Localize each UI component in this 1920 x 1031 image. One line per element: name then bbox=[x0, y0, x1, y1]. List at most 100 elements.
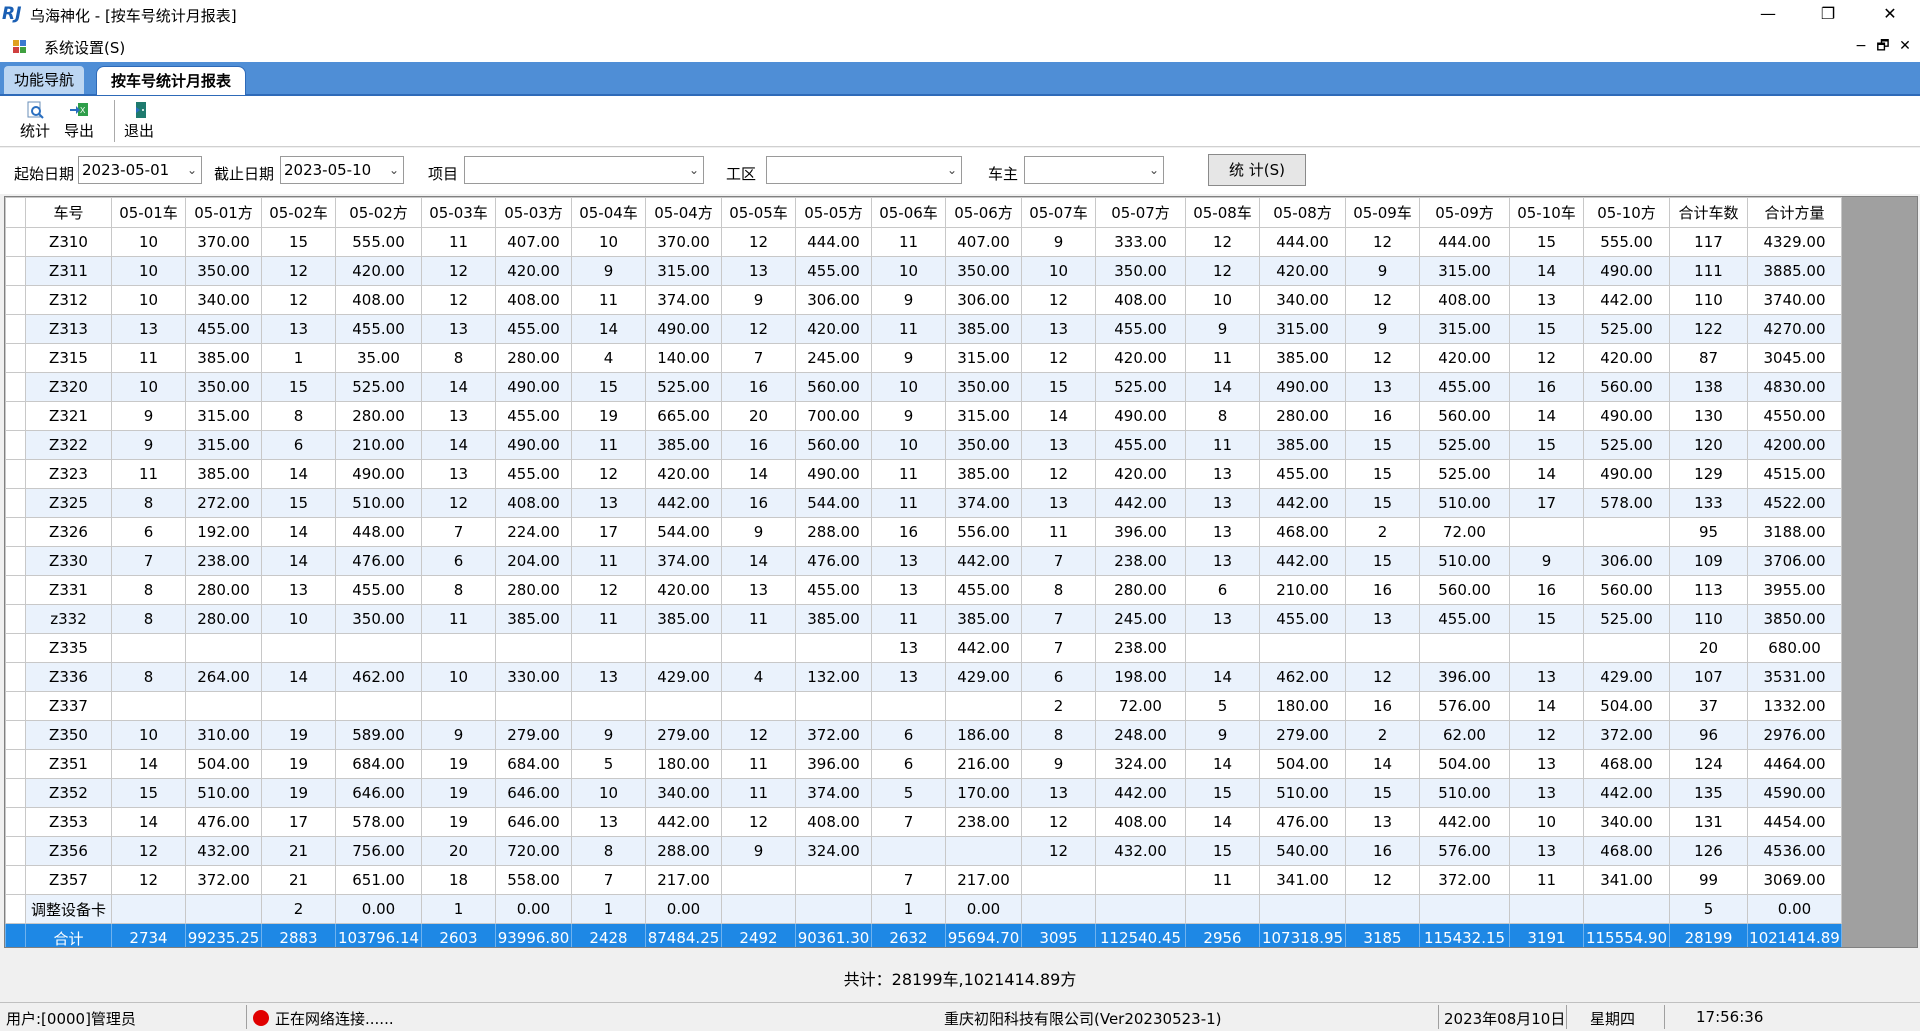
table-cell[interactable]: 9 bbox=[111, 430, 186, 460]
table-cell[interactable]: z332 bbox=[25, 604, 112, 634]
table-cell[interactable]: 9 bbox=[721, 285, 796, 315]
table-cell[interactable]: 6 bbox=[871, 720, 946, 750]
table-cell[interactable]: 7 bbox=[871, 807, 946, 837]
table-cell[interactable]: 8 bbox=[1185, 401, 1260, 431]
table-cell[interactable]: 280.00 bbox=[495, 343, 572, 373]
table-cell[interactable]: 9 bbox=[1345, 314, 1420, 344]
table-cell[interactable]: Z337 bbox=[25, 691, 112, 721]
table-cell[interactable]: 14 bbox=[1185, 807, 1260, 837]
table-cell[interactable]: 109 bbox=[1669, 546, 1748, 576]
table-cell[interactable] bbox=[945, 691, 1022, 721]
table-cell[interactable]: 9 bbox=[1185, 720, 1260, 750]
table-cell[interactable]: Z323 bbox=[25, 459, 112, 489]
table-cell[interactable]: 12 bbox=[1345, 662, 1420, 692]
table-cell[interactable]: 13 bbox=[871, 662, 946, 692]
table-cell[interactable]: 2 bbox=[1021, 691, 1096, 721]
table-cell[interactable]: 340.00 bbox=[645, 778, 722, 808]
table-cell[interactable]: 504.00 bbox=[1259, 749, 1346, 779]
stat-tool-button[interactable]: 统计 bbox=[14, 98, 56, 144]
table-cell[interactable]: 19 bbox=[421, 807, 496, 837]
table-row[interactable]: Z350 10 310.00 19 589.00 9 279.00 9 279.00 12 372.… bbox=[5, 720, 1842, 750]
table-cell[interactable]: Z315 bbox=[25, 343, 112, 373]
table-row[interactable]: Z351 14 504.00 19 684.00 19 684.00 5 180.00 11 396… bbox=[5, 749, 1842, 779]
table-cell[interactable]: 350.00 bbox=[185, 372, 262, 402]
table-cell[interactable]: 9 bbox=[1185, 314, 1260, 344]
tab-monthly-report[interactable]: 按车号统计月报表 bbox=[96, 66, 247, 95]
table-cell[interactable]: 544.00 bbox=[795, 488, 872, 518]
export-tool-button[interactable]: X 导出 bbox=[58, 98, 100, 144]
table-cell[interactable] bbox=[1021, 865, 1096, 895]
table-cell[interactable]: 385.00 bbox=[795, 604, 872, 634]
table-cell[interactable]: 16 bbox=[721, 430, 796, 460]
table-cell[interactable]: 9 bbox=[871, 285, 946, 315]
table-cell[interactable]: 13 bbox=[1509, 285, 1584, 315]
table-cell[interactable]: 7 bbox=[1021, 604, 1096, 634]
table-cell[interactable]: 372.00 bbox=[795, 720, 872, 750]
table-cell[interactable]: 396.00 bbox=[1095, 517, 1186, 547]
table-cell[interactable]: 5 bbox=[1185, 691, 1260, 721]
table-cell[interactable] bbox=[721, 894, 796, 924]
table-cell[interactable]: 13 bbox=[721, 256, 796, 286]
table-row[interactable]: Z353 14 476.00 17 578.00 19 646.00 13 442.00 12 40… bbox=[5, 807, 1842, 837]
table-cell[interactable]: 13 bbox=[571, 662, 646, 692]
table-cell[interactable] bbox=[1021, 894, 1096, 924]
table-cell[interactable]: 7 bbox=[421, 517, 496, 547]
table-cell[interactable]: 374.00 bbox=[795, 778, 872, 808]
table-row[interactable]: Z315 11 385.00 1 35.00 8 280.00 4 140.00 7 245.00 9… bbox=[5, 343, 1842, 373]
table-cell[interactable]: 374.00 bbox=[645, 546, 722, 576]
table-cell[interactable]: 8 bbox=[571, 836, 646, 866]
table-cell[interactable]: 442.00 bbox=[1259, 488, 1346, 518]
table-cell[interactable]: 6 bbox=[871, 749, 946, 779]
table-cell[interactable]: 350.00 bbox=[185, 256, 262, 286]
table-cell[interactable]: 13 bbox=[871, 546, 946, 576]
total-cell[interactable]: 2734 bbox=[111, 923, 186, 947]
table-cell[interactable] bbox=[111, 691, 186, 721]
table-cell[interactable]: 0.00 bbox=[1747, 894, 1842, 924]
table-cell[interactable]: 3531.00 bbox=[1747, 662, 1842, 692]
table-cell[interactable]: 560.00 bbox=[1583, 372, 1670, 402]
table-cell[interactable]: 9 bbox=[421, 720, 496, 750]
table-cell[interactable]: 442.00 bbox=[945, 546, 1022, 576]
table-cell[interactable]: 4830.00 bbox=[1747, 372, 1842, 402]
table-cell[interactable]: 11 bbox=[1185, 865, 1260, 895]
table-cell[interactable]: 3188.00 bbox=[1747, 517, 1842, 547]
column-header[interactable]: 05-07车 bbox=[1021, 197, 1096, 228]
table-cell[interactable]: 576.00 bbox=[1419, 691, 1510, 721]
table-cell[interactable]: 429.00 bbox=[1583, 662, 1670, 692]
table-cell[interactable]: 245.00 bbox=[795, 343, 872, 373]
row-selector[interactable] bbox=[5, 285, 26, 315]
table-cell[interactable]: 350.00 bbox=[335, 604, 422, 634]
total-cell[interactable]: 2492 bbox=[721, 923, 796, 947]
table-cell[interactable]: 756.00 bbox=[335, 836, 422, 866]
table-cell[interactable]: 279.00 bbox=[495, 720, 572, 750]
table-cell[interactable]: 16 bbox=[1345, 836, 1420, 866]
table-cell[interactable]: 12 bbox=[721, 227, 796, 257]
table-cell[interactable] bbox=[111, 633, 186, 663]
table-cell[interactable]: 11 bbox=[571, 285, 646, 315]
table-cell[interactable]: 396.00 bbox=[795, 749, 872, 779]
table-cell[interactable]: 15 bbox=[261, 227, 336, 257]
row-selector[interactable] bbox=[5, 604, 26, 634]
table-cell[interactable] bbox=[185, 633, 262, 663]
table-cell[interactable]: 20 bbox=[421, 836, 496, 866]
table-cell[interactable]: 372.00 bbox=[1583, 720, 1670, 750]
table-cell[interactable]: 684.00 bbox=[335, 749, 422, 779]
table-cell[interactable]: 21 bbox=[261, 836, 336, 866]
table-cell[interactable]: 13 bbox=[261, 575, 336, 605]
table-row[interactable]: 调整设备卡 2 0.00 1 0.00 1 0.00 1 0.00 5 0.00 bbox=[5, 894, 1842, 924]
table-cell[interactable]: 374.00 bbox=[645, 285, 722, 315]
total-cell[interactable]: 115554.90 bbox=[1583, 923, 1670, 947]
table-cell[interactable]: 455.00 bbox=[1095, 314, 1186, 344]
table-cell[interactable]: 13 bbox=[721, 575, 796, 605]
row-selector[interactable] bbox=[5, 778, 26, 808]
table-cell[interactable]: 556.00 bbox=[945, 517, 1022, 547]
table-cell[interactable]: Z353 bbox=[25, 807, 112, 837]
table-cell[interactable]: 315.00 bbox=[645, 256, 722, 286]
column-header[interactable]: 05-06车 bbox=[871, 197, 946, 228]
table-cell[interactable]: 385.00 bbox=[645, 430, 722, 460]
table-cell[interactable]: 442.00 bbox=[1095, 778, 1186, 808]
table-cell[interactable]: 140.00 bbox=[645, 343, 722, 373]
table-cell[interactable]: 442.00 bbox=[945, 633, 1022, 663]
table-cell[interactable]: Z322 bbox=[25, 430, 112, 460]
table-cell[interactable]: 11 bbox=[421, 227, 496, 257]
